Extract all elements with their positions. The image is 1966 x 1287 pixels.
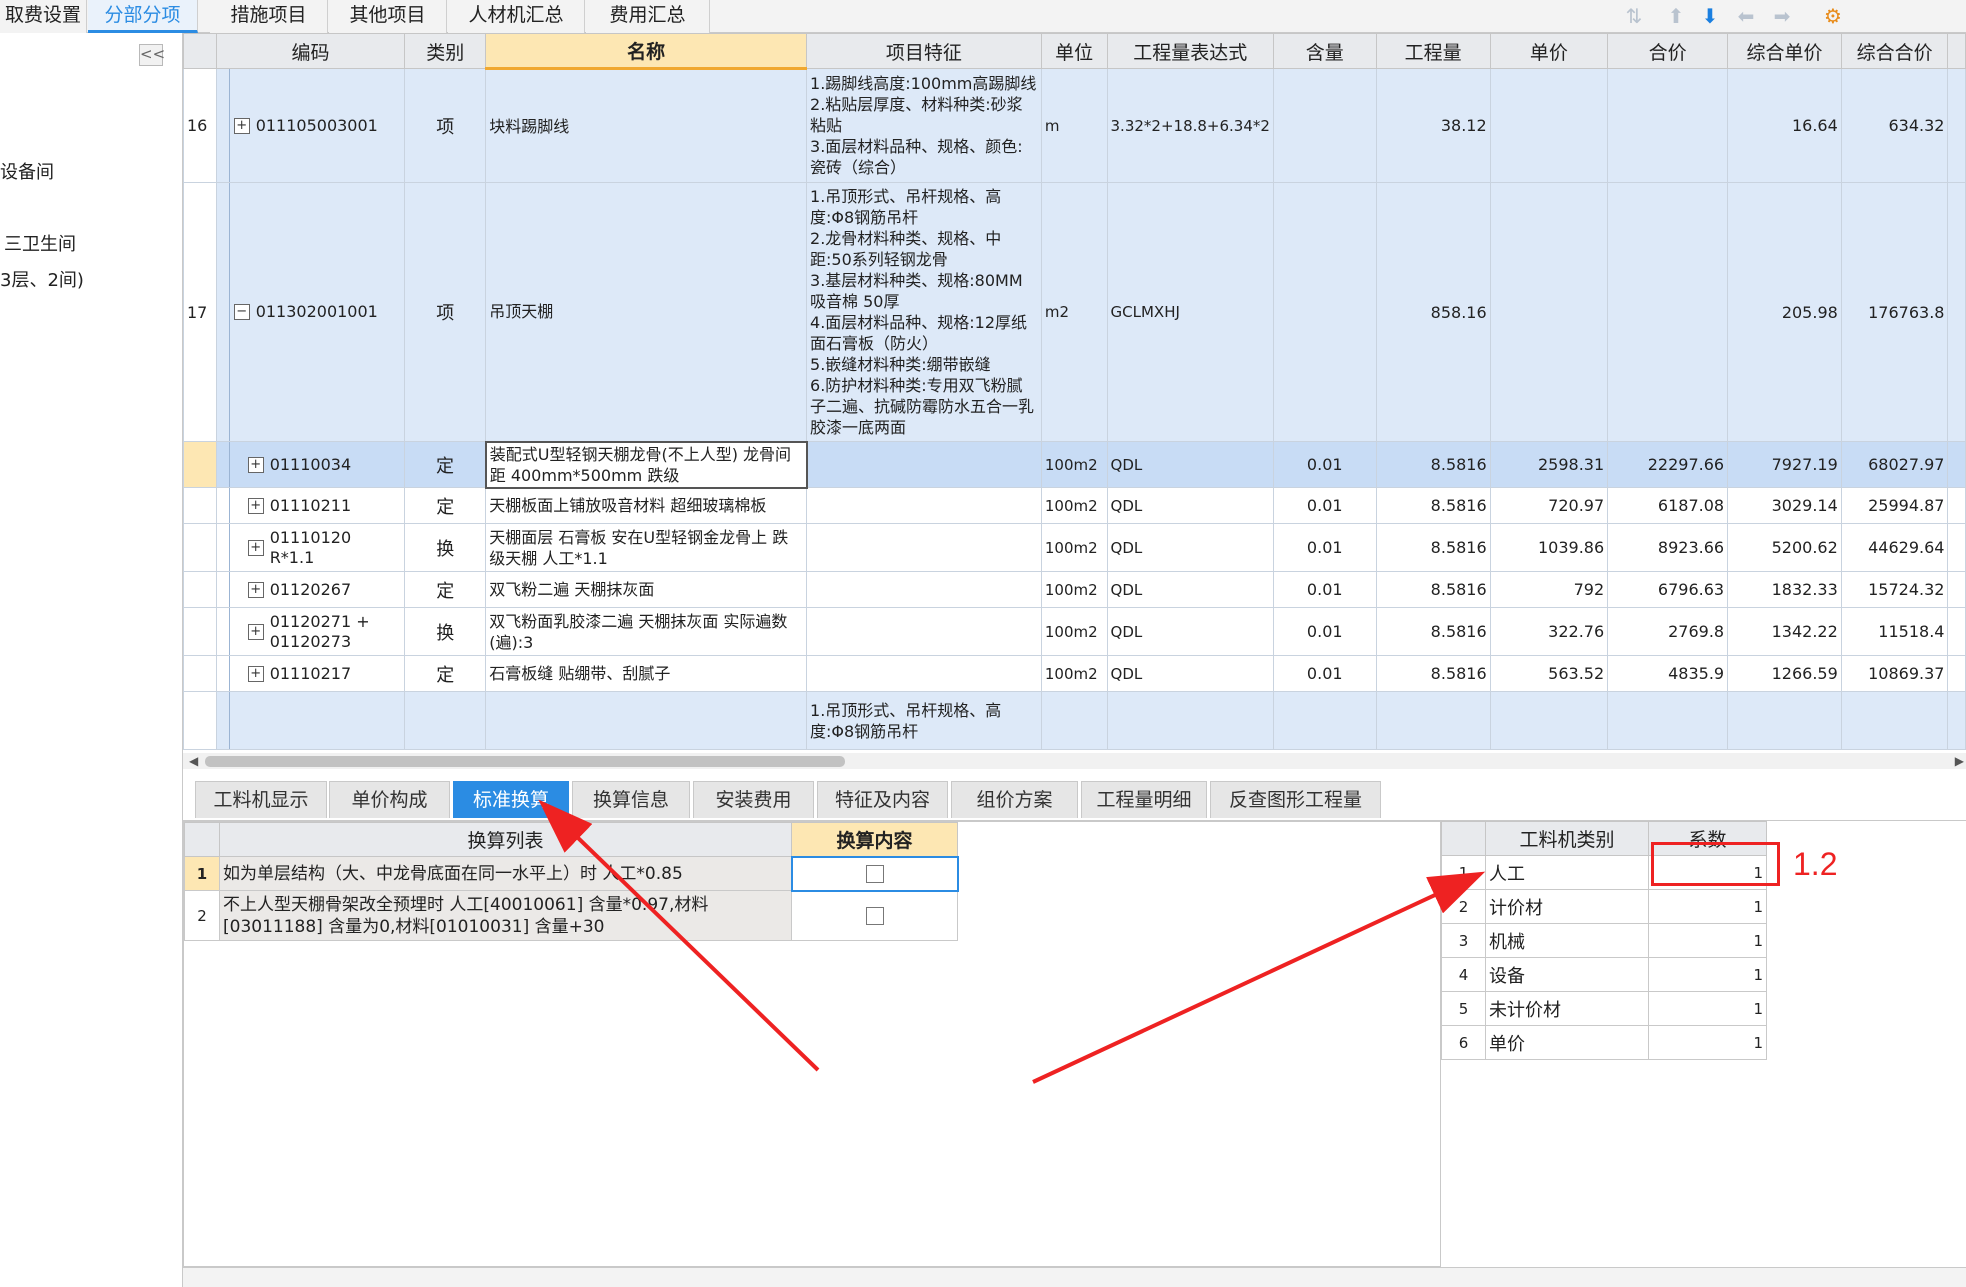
arrow-to-labor-row [1032,871,1486,1084]
arrow-to-conversion-tab [538,799,820,1072]
annotation-arrows [538,799,1486,1084]
status-bar [183,1267,1966,1287]
